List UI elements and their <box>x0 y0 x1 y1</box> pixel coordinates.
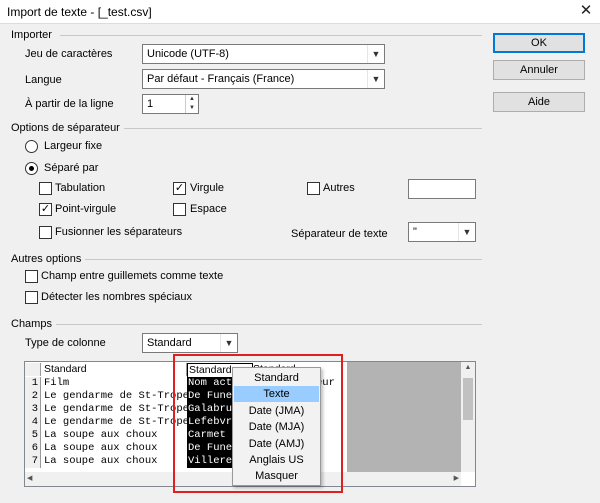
scroll-right-icon[interactable]: ▶ <box>454 472 459 486</box>
column-type-value: Standard <box>147 337 192 349</box>
space-checkbox[interactable] <box>173 203 186 216</box>
close-icon[interactable]: ✕ <box>576 2 596 22</box>
scroll-thumb[interactable] <box>463 378 473 420</box>
table-cell: La soupe aux choux <box>44 442 158 454</box>
separated-by-label: Séparé par <box>44 162 99 174</box>
separated-by-radio[interactable] <box>25 162 38 175</box>
detect-special-checkbox[interactable] <box>25 291 38 304</box>
detect-special-label: Détecter les nombres spéciaux <box>41 291 193 303</box>
other-options-group-label: Autres options <box>11 253 86 265</box>
ok-button[interactable]: OK <box>493 33 585 53</box>
importer-group-label: Importer <box>11 29 56 41</box>
semicolon-label: Point-virgule <box>55 203 117 215</box>
tab-label: Tabulation <box>55 182 106 194</box>
column-type-label: Type de colonne <box>25 337 106 349</box>
scroll-up-icon[interactable]: ▲ <box>461 362 475 374</box>
annotation-highlight-box <box>173 354 343 493</box>
language-value: Par défaut - Français (France) <box>147 73 295 85</box>
charset-combo[interactable]: Unicode (UTF-8) ▼ <box>142 44 385 64</box>
fixed-width-radio[interactable] <box>25 140 38 153</box>
row-number: 2 <box>25 390 41 403</box>
language-label: Langue <box>25 74 62 86</box>
title-bar: Import de texte - [_test.csv] ✕ <box>0 0 600 24</box>
vertical-scrollbar[interactable]: ▲ <box>461 362 475 472</box>
charset-value: Unicode (UTF-8) <box>147 48 229 60</box>
row-number: 7 <box>25 455 41 468</box>
fields-group-label: Champs <box>11 318 56 330</box>
header-corner <box>25 363 41 376</box>
scroll-left-icon[interactable]: ◀ <box>27 472 32 486</box>
space-label: Espace <box>190 203 227 215</box>
tab-checkbox[interactable] <box>39 182 52 195</box>
row-number: 4 <box>25 416 41 429</box>
text-separator-value: " <box>413 226 417 238</box>
text-separator-label: Séparateur de texte <box>291 228 388 240</box>
merge-label: Fusionner les séparateurs <box>55 226 183 238</box>
language-combo[interactable]: Par défaut - Français (France) ▼ <box>142 69 385 89</box>
window-title: Import de texte - [_test.csv] <box>7 5 152 19</box>
chevron-down-icon[interactable]: ▼ <box>367 45 384 63</box>
table-cell: La soupe aux choux <box>44 429 158 441</box>
column-type-combo[interactable]: Standard ▼ <box>142 333 238 353</box>
fields-line <box>52 324 482 325</box>
cancel-button[interactable]: Annuler <box>493 60 585 80</box>
separator-group-line <box>120 128 482 129</box>
semicolon-checkbox[interactable]: ✓ <box>39 203 52 216</box>
charset-label: Jeu de caractères <box>25 48 113 60</box>
from-line-value: 1 <box>147 98 154 110</box>
others-input[interactable] <box>408 179 476 199</box>
row-number: 5 <box>25 429 41 442</box>
from-line-spinner[interactable]: 1 ▲ ▼ <box>142 94 199 114</box>
empty-columns-area <box>347 362 461 473</box>
merge-checkbox[interactable] <box>39 226 52 239</box>
from-line-label: À partir de la ligne <box>25 98 114 110</box>
table-cell: Film <box>44 377 70 389</box>
others-checkbox[interactable] <box>307 182 320 195</box>
table-cell: La soupe aux choux <box>44 455 158 467</box>
other-options-line <box>83 259 482 260</box>
table-cell: Le gendarme de St-Tropez <box>44 416 187 428</box>
row-number: 6 <box>25 442 41 455</box>
radio-dot-icon <box>29 166 34 171</box>
row-number: 1 <box>25 377 41 390</box>
chevron-down-icon[interactable]: ▼ <box>367 70 384 88</box>
fixed-width-label: Largeur fixe <box>44 140 103 152</box>
comma-label: Virgule <box>190 182 225 194</box>
row-number: 3 <box>25 403 41 416</box>
spinner-arrows[interactable]: ▲ ▼ <box>185 95 198 113</box>
chevron-down-icon[interactable]: ▼ <box>458 223 475 241</box>
separator-group-label: Options de séparateur <box>11 122 124 134</box>
others-label: Autres <box>323 182 355 194</box>
text-separator-combo[interactable]: " ▼ <box>408 222 476 242</box>
help-button[interactable]: Aide <box>493 92 585 112</box>
importer-separator <box>60 35 482 36</box>
chevron-down-icon[interactable]: ▼ <box>220 334 237 352</box>
table-cell: Le gendarme de St-Tropez <box>44 403 187 415</box>
table-cell: Le gendarme de St-Tropez <box>44 390 187 402</box>
arrow-down-icon[interactable]: ▼ <box>186 104 198 113</box>
column-header[interactable]: Standard <box>42 363 187 376</box>
quoted-as-text-label: Champ entre guillemets comme texte <box>41 270 224 282</box>
quoted-as-text-checkbox[interactable] <box>25 270 38 283</box>
arrow-up-icon[interactable]: ▲ <box>186 95 198 104</box>
comma-checkbox[interactable]: ✓ <box>173 182 186 195</box>
